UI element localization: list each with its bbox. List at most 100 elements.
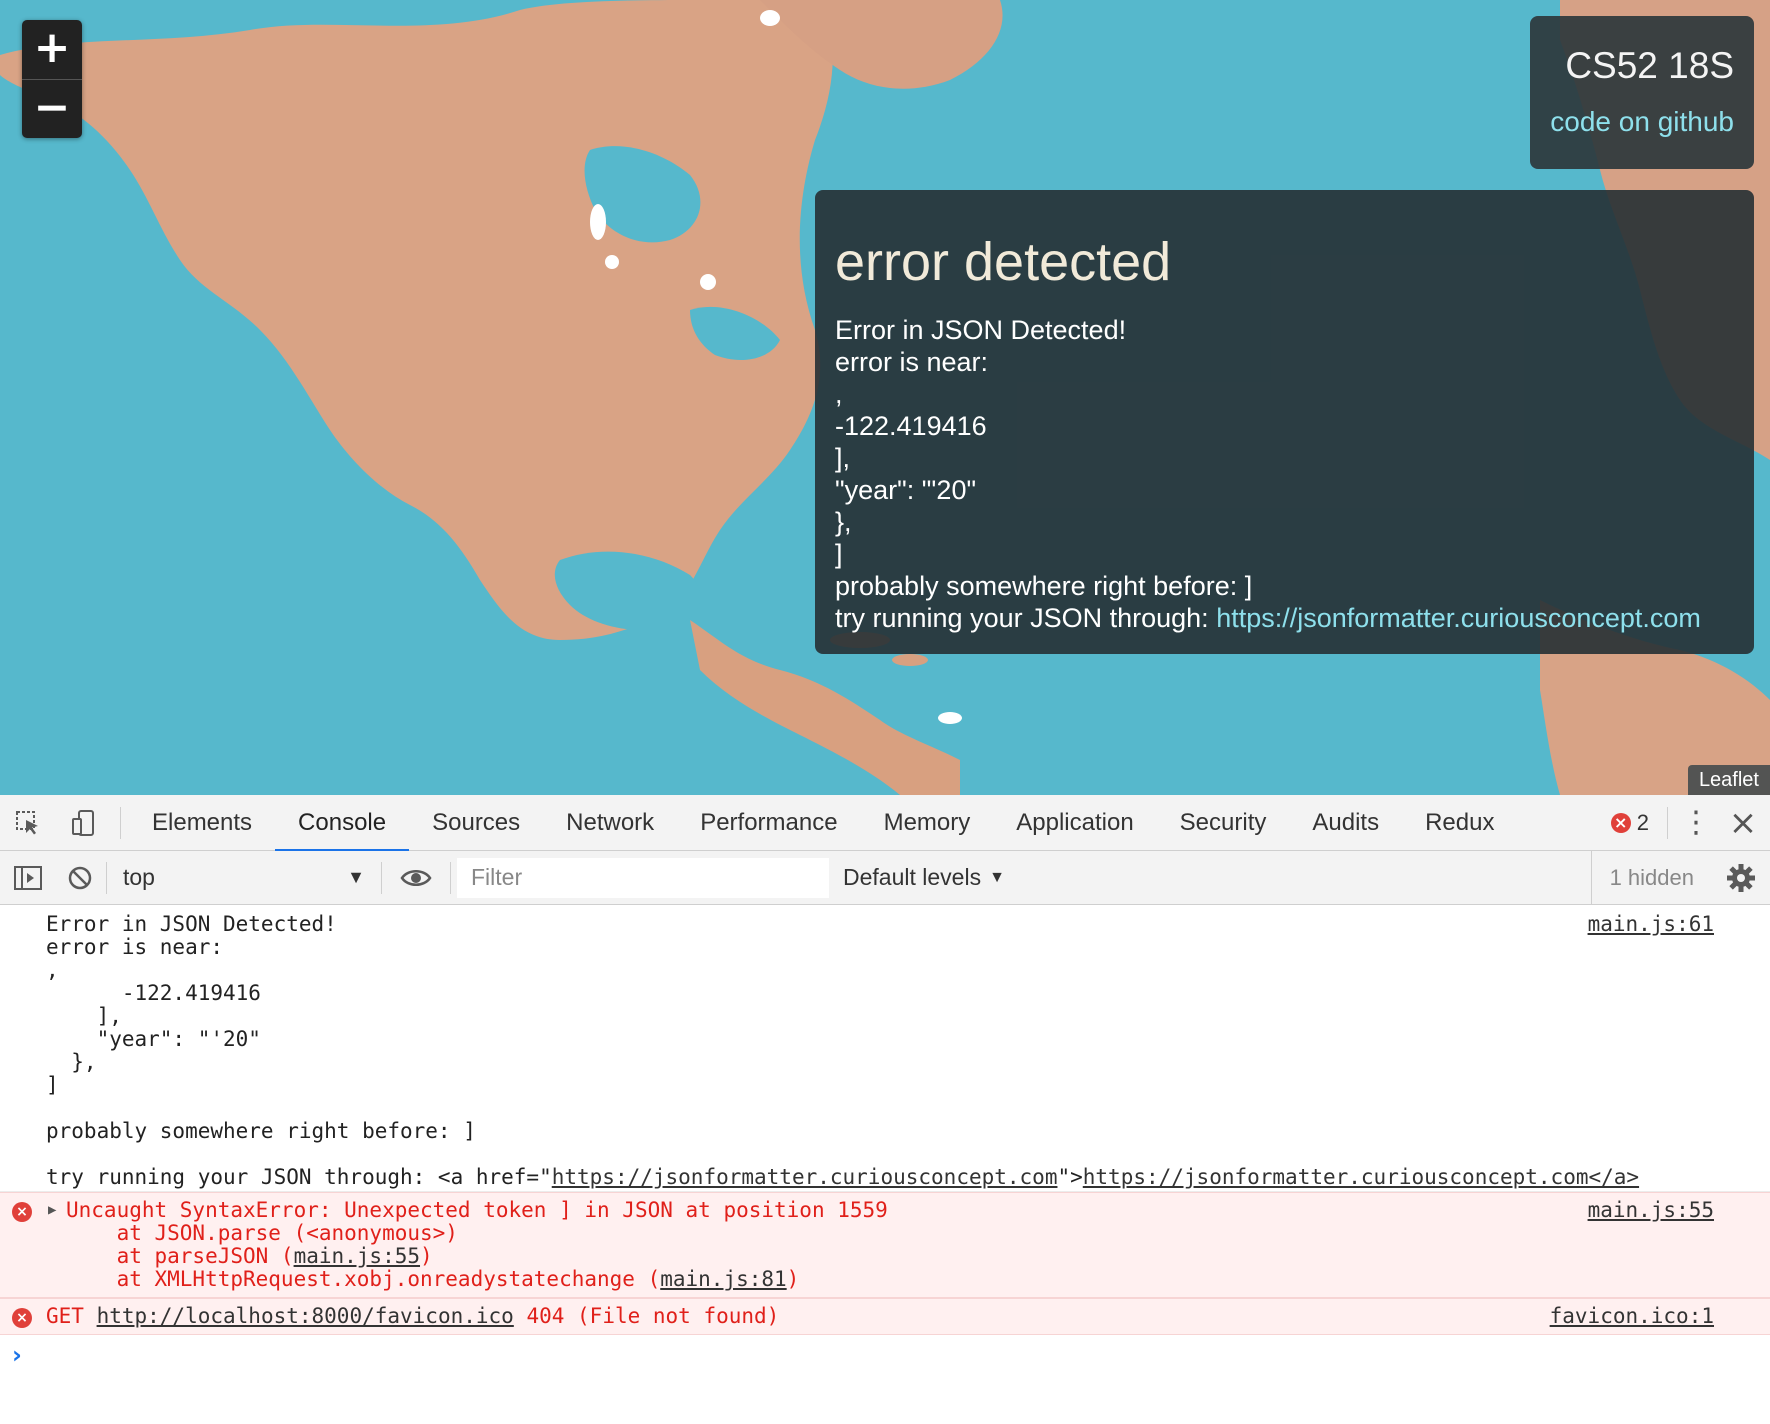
log-line: -122.419416	[46, 981, 261, 1005]
log-line: ​	[46, 1097, 1490, 1120]
log-levels-dropdown[interactable]: Default levels ▼	[843, 864, 1005, 891]
expand-triangle-icon[interactable]: ▶	[48, 1202, 56, 1218]
source-link[interactable]: main.js:55	[1588, 1199, 1714, 1222]
tab-sources[interactable]: Sources	[409, 795, 543, 851]
log-line: ],	[46, 1004, 122, 1028]
context-value: top	[123, 864, 155, 890]
course-info-box: CS52 18S code on github	[1530, 16, 1754, 169]
inspect-element-icon[interactable]	[0, 795, 56, 851]
devtools-tabbar: Elements Console Sources Network Perform…	[0, 795, 1770, 852]
error-line: probably somewhere right before: ]	[835, 571, 1253, 601]
close-devtools-icon[interactable]: ×	[1716, 795, 1770, 851]
log-line: ,	[46, 958, 59, 982]
tab-elements[interactable]: Elements	[129, 795, 275, 851]
console-output[interactable]: main.js:61 Error in JSON Detected! error…	[0, 905, 1770, 1375]
dropdown-arrow-icon: ▼	[989, 868, 1005, 886]
console-log-message: main.js:61 Error in JSON Detected! error…	[0, 905, 1770, 1192]
console-prompt[interactable]: ›	[0, 1335, 1770, 1375]
http-method: GET	[46, 1304, 97, 1328]
zoom-in-button[interactable]: +	[22, 20, 82, 79]
error-try-prefix: try running your JSON through:	[835, 603, 1217, 633]
map-view[interactable]: + − CS52 18S code on github error detect…	[0, 0, 1770, 795]
course-title: CS52 18S	[1565, 45, 1734, 86]
network-error-line: GET http://localhost:8000/favicon.ico 40…	[46, 1305, 1490, 1328]
divider	[120, 806, 121, 839]
stack-line: at parseJSON (main.js:55)	[66, 1245, 1490, 1268]
dropdown-arrow-icon: ▼	[347, 867, 365, 887]
hidden-messages-count: 1 hidden	[1590, 851, 1694, 905]
tab-performance[interactable]: Performance	[677, 795, 860, 851]
log-try-line: try running your JSON through: <a href="…	[46, 1165, 1639, 1189]
log-try-prefix: try running your JSON through: <a href="	[46, 1165, 552, 1189]
stack-line: at XMLHttpRequest.xobj.onreadystatechang…	[66, 1268, 1490, 1291]
divider	[381, 861, 382, 894]
tab-memory[interactable]: Memory	[861, 795, 994, 851]
error-panel: error detected Error in JSON Detected! e…	[815, 190, 1754, 654]
source-link[interactable]: main.js:61	[1588, 913, 1714, 936]
error-icon: ×	[1610, 813, 1631, 833]
log-line: Error in JSON Detected!	[46, 912, 337, 936]
log-levels-value: Default levels	[843, 864, 982, 890]
stack-line: at JSON.parse (<anonymous>)	[66, 1221, 458, 1245]
error-line: ,	[835, 379, 843, 409]
tab-audits[interactable]: Audits	[1289, 795, 1402, 851]
error-icon: ×	[12, 1308, 32, 1328]
stack-link[interactable]: main.js:55	[294, 1244, 420, 1268]
error-line: Error in JSON Detected!	[835, 315, 1127, 345]
clear-console-icon[interactable]	[56, 851, 104, 905]
zoom-out-button[interactable]: −	[22, 79, 82, 138]
log-line: probably somewhere right before: ]	[46, 1119, 476, 1143]
more-options-icon[interactable]: ⋮	[1676, 795, 1716, 851]
log-line: error is near:	[46, 935, 224, 959]
divider	[106, 861, 107, 894]
log-line: ]	[46, 1073, 59, 1097]
error-line: ],	[835, 443, 851, 473]
error-icon: ×	[12, 1202, 32, 1222]
stack-text: at XMLHttpRequest.xobj.onreadystatechang…	[66, 1267, 661, 1291]
log-try-url2[interactable]: https://jsonformatter.curiousconcept.com…	[1083, 1165, 1639, 1189]
error-line: },	[835, 507, 852, 537]
error-line: ]	[835, 539, 843, 569]
log-line: ​	[46, 1143, 1490, 1166]
devtools-panel: Elements Console Sources Network Perform…	[0, 795, 1770, 1424]
leaflet-attribution[interactable]: Leaflet	[1687, 765, 1770, 795]
jsonformatter-link[interactable]: https://jsonformatter.curiousconcept.com	[1216, 603, 1701, 633]
divider	[1667, 807, 1668, 839]
log-try-url[interactable]: https://jsonformatter.curiousconcept.com	[552, 1165, 1058, 1189]
log-line: "year": "'20"	[46, 1027, 261, 1051]
context-select[interactable]: top ▼	[109, 851, 379, 905]
error-line: -122.419416	[835, 411, 987, 441]
error-count-badge[interactable]: × 2	[1601, 810, 1659, 836]
error-line: error is near:	[835, 347, 989, 377]
http-status: 404 (File not found)	[513, 1304, 780, 1328]
device-toolbar-icon[interactable]	[56, 795, 112, 851]
show-sidebar-icon[interactable]	[0, 851, 56, 905]
zoom-control: + −	[22, 20, 82, 138]
divider	[450, 861, 451, 894]
log-line: },	[46, 1050, 97, 1074]
tab-application[interactable]: Application	[993, 795, 1156, 851]
live-expression-eye-icon[interactable]	[384, 851, 448, 905]
error-title: error detected	[835, 232, 1172, 292]
log-try-mid: ">	[1057, 1165, 1083, 1189]
tab-security[interactable]: Security	[1157, 795, 1290, 851]
tab-network[interactable]: Network	[543, 795, 677, 851]
error-head: Uncaught SyntaxError: Unexpected token ]…	[66, 1198, 888, 1222]
request-url[interactable]: http://localhost:8000/favicon.ico	[97, 1304, 514, 1328]
tab-redux[interactable]: Redux	[1402, 795, 1517, 851]
github-link[interactable]: code on github	[1530, 104, 1734, 140]
devtools-tabbar-right: × 2 ⋮ ×	[1601, 795, 1770, 851]
stack-text: )	[786, 1267, 800, 1291]
stack-link[interactable]: main.js:81	[660, 1267, 786, 1291]
console-error-message: × ▶ main.js:55 Uncaught SyntaxError: Une…	[0, 1192, 1770, 1298]
stack-text: at parseJSON (	[66, 1244, 294, 1268]
console-settings-gear-icon[interactable]	[1726, 863, 1756, 893]
stack-text: )	[420, 1244, 433, 1268]
console-error-message: × favicon.ico:1 GET http://localhost:800…	[0, 1298, 1770, 1335]
console-toolbar: top ▼ Default levels ▼ 1 hidden	[0, 851, 1770, 905]
source-link[interactable]: favicon.ico:1	[1550, 1305, 1714, 1328]
error-try-line: try running your JSON through: https://j…	[835, 602, 1734, 634]
console-filter-input[interactable]	[457, 857, 829, 898]
error-line: "year": "'20"	[835, 475, 977, 505]
tab-console[interactable]: Console	[275, 795, 410, 852]
